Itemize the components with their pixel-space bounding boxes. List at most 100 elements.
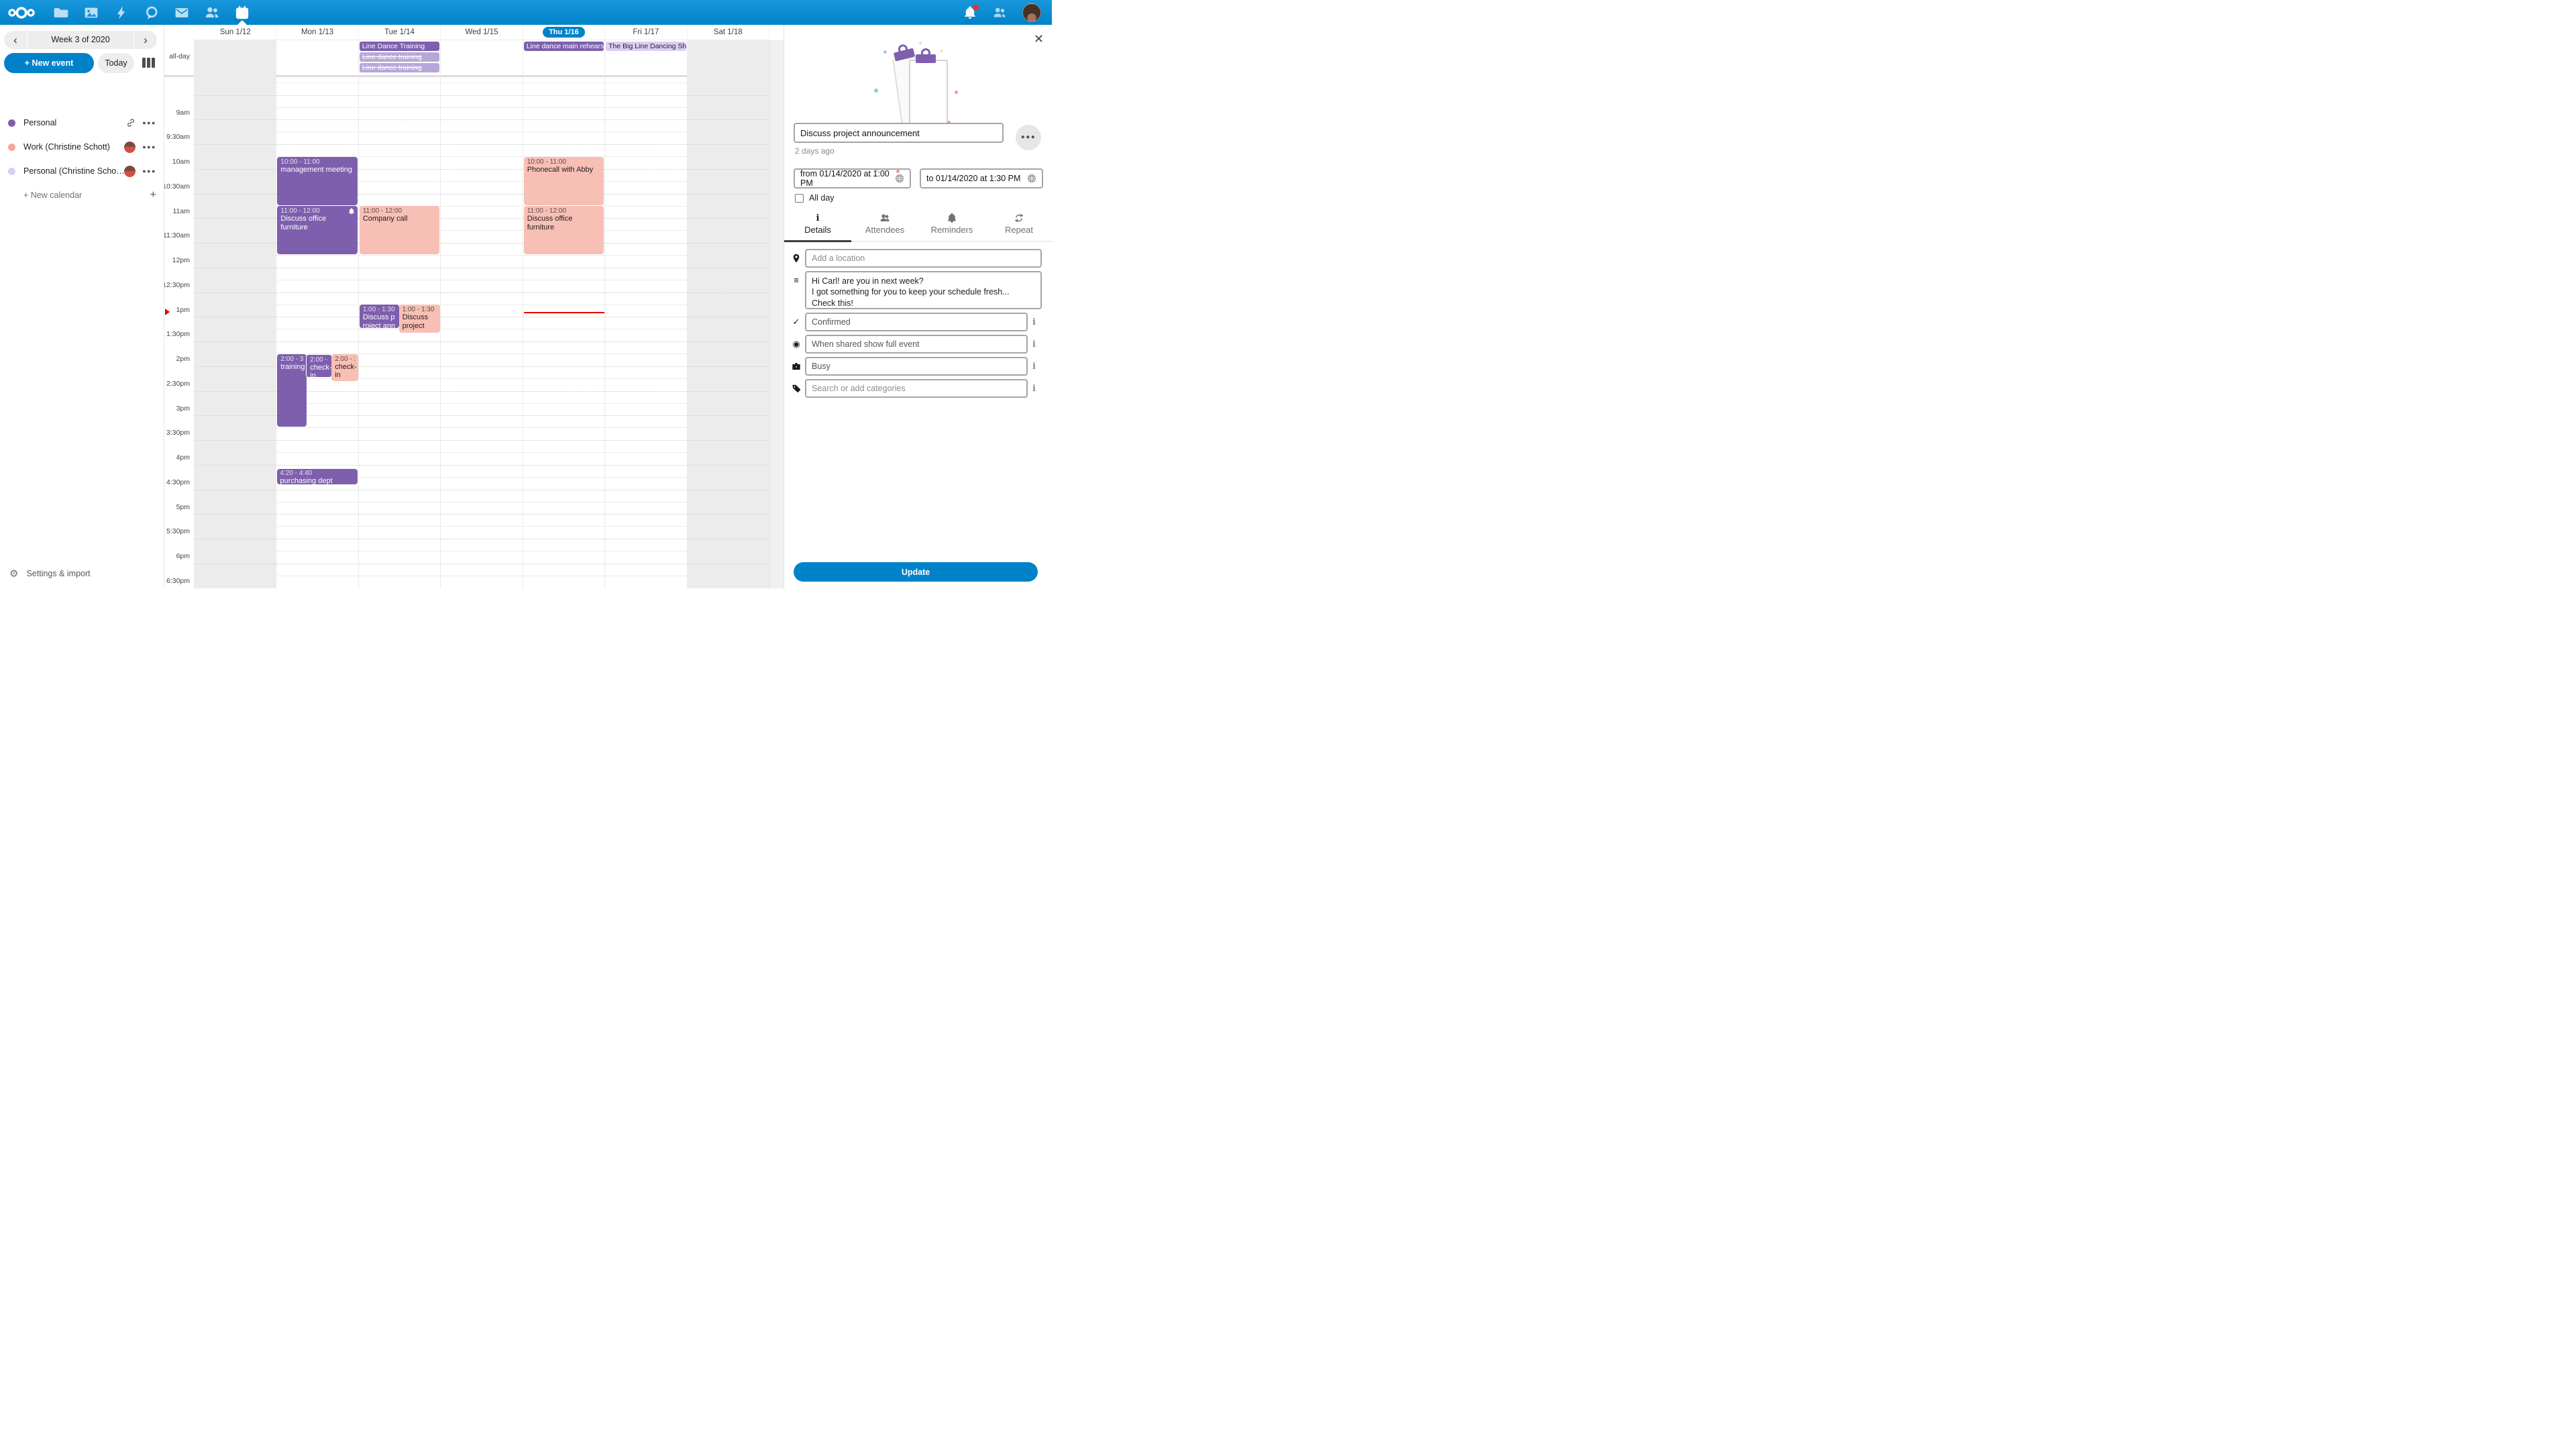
event[interactable]: 11:00 - 12:00Discuss office furniture xyxy=(277,206,357,254)
time-slot[interactable] xyxy=(688,329,769,354)
time-slot[interactable] xyxy=(688,378,769,403)
calendar-menu-icon[interactable]: ●●● xyxy=(142,144,156,150)
time-slot[interactable] xyxy=(688,230,769,255)
day-header-4[interactable]: Wed 1/15 xyxy=(441,25,523,40)
time-slot[interactable] xyxy=(441,156,522,181)
time-slot[interactable] xyxy=(441,427,522,452)
tab-attendees[interactable]: Attendees xyxy=(851,210,918,241)
day-header-2[interactable]: Mon 1/13 xyxy=(276,25,358,40)
day-column-4[interactable] xyxy=(441,77,523,588)
time-slot[interactable] xyxy=(195,280,276,305)
time-slot[interactable] xyxy=(688,83,769,107)
time-slot[interactable] xyxy=(523,83,604,107)
time-slot[interactable] xyxy=(441,181,522,206)
time-slot[interactable] xyxy=(605,181,686,206)
event[interactable]: 4:20 - 4:40purchasing dept xyxy=(277,469,357,484)
app-talk-icon[interactable] xyxy=(144,5,159,20)
time-slot[interactable] xyxy=(605,452,686,477)
event[interactable]: 11:00 - 12:00Company call xyxy=(360,206,439,254)
time-slot[interactable] xyxy=(688,305,769,329)
time-slot[interactable] xyxy=(688,131,769,156)
time-slot[interactable] xyxy=(523,452,604,477)
time-slot[interactable] xyxy=(195,181,276,206)
time-slot[interactable] xyxy=(688,576,769,588)
time-slot[interactable] xyxy=(276,83,358,107)
event[interactable]: 1:00 - 1:30Discuss project announcement xyxy=(360,305,399,328)
time-slot[interactable] xyxy=(605,206,686,231)
allday-event[interactable]: Line Dance Training xyxy=(360,42,439,52)
time-slot[interactable] xyxy=(605,329,686,354)
time-slot[interactable] xyxy=(276,305,358,329)
time-slot[interactable] xyxy=(195,107,276,132)
time-slot[interactable] xyxy=(359,502,440,527)
time-slot[interactable] xyxy=(523,427,604,452)
event[interactable]: 2:00 - 2:30check-in xyxy=(331,354,358,381)
event[interactable]: 2:00 - 3:30training xyxy=(277,354,306,427)
allday-cell-1[interactable] xyxy=(195,40,276,77)
settings-import-button[interactable]: ⚙ Settings & import xyxy=(0,564,164,583)
user-avatar[interactable] xyxy=(1022,3,1041,22)
allday-cell-3[interactable]: Line Dance TrainingLine dance trainingLi… xyxy=(359,40,441,77)
time-slot[interactable] xyxy=(523,280,604,305)
time-slot[interactable] xyxy=(359,83,440,107)
tab-repeat[interactable]: Repeat xyxy=(985,210,1053,241)
info-icon[interactable]: i xyxy=(1032,317,1036,327)
time-slot[interactable] xyxy=(441,403,522,428)
time-slot[interactable] xyxy=(605,477,686,502)
time-slot[interactable] xyxy=(441,280,522,305)
allday-cell-7[interactable] xyxy=(688,40,769,77)
day-column-6[interactable] xyxy=(605,77,687,588)
time-slot[interactable] xyxy=(688,107,769,132)
time-slot[interactable] xyxy=(441,452,522,477)
time-slot[interactable] xyxy=(688,206,769,231)
tab-reminders[interactable]: Reminders xyxy=(918,210,985,241)
time-slot[interactable] xyxy=(195,206,276,231)
time-slot[interactable] xyxy=(605,354,686,378)
time-slot[interactable] xyxy=(523,477,604,502)
time-slot[interactable] xyxy=(276,131,358,156)
event[interactable]: 10:00 - 11:00management meeting xyxy=(277,157,357,205)
time-slot[interactable] xyxy=(441,502,522,527)
time-slot[interactable] xyxy=(605,427,686,452)
time-slot[interactable] xyxy=(441,477,522,502)
close-icon[interactable]: ✕ xyxy=(1034,33,1044,45)
day-column-7[interactable] xyxy=(688,77,769,588)
time-slot[interactable] xyxy=(359,576,440,588)
time-slot[interactable] xyxy=(441,354,522,378)
event[interactable]: 2:00 - 2:30check-in xyxy=(306,354,331,378)
status-select[interactable]: Confirmed xyxy=(805,313,1028,331)
time-slot[interactable] xyxy=(195,452,276,477)
event[interactable]: 11:00 - 12:00Discuss office furniture xyxy=(524,206,604,254)
link-icon[interactable] xyxy=(126,118,136,127)
info-icon[interactable]: i xyxy=(1032,362,1036,372)
time-slot[interactable] xyxy=(688,255,769,280)
categories-input[interactable] xyxy=(805,379,1028,398)
time-slot[interactable] xyxy=(195,551,276,576)
app-calendar-icon[interactable] xyxy=(235,5,250,20)
time-slot[interactable] xyxy=(195,502,276,527)
time-slot[interactable] xyxy=(441,329,522,354)
nextcloud-logo-icon[interactable] xyxy=(7,5,38,20)
day-column-2[interactable]: 10:00 - 11:00management meeting11:00 - 1… xyxy=(276,77,358,588)
time-slot[interactable] xyxy=(605,502,686,527)
allday-event[interactable]: Line dance training xyxy=(360,63,439,73)
time-slot[interactable] xyxy=(441,255,522,280)
time-slot[interactable] xyxy=(195,230,276,255)
allday-cell-5[interactable]: Line dance main rehearsal xyxy=(523,40,605,77)
description-textarea[interactable] xyxy=(805,271,1042,309)
time-slot[interactable] xyxy=(359,255,440,280)
time-slot[interactable] xyxy=(441,107,522,132)
time-slot[interactable] xyxy=(276,576,358,588)
time-slot[interactable] xyxy=(688,156,769,181)
app-mail-icon[interactable] xyxy=(174,5,189,20)
time-slot[interactable] xyxy=(195,156,276,181)
allday-event[interactable]: The Big Line Dancing Show xyxy=(606,42,686,52)
time-slot[interactable] xyxy=(359,378,440,403)
time-slot[interactable] xyxy=(688,403,769,428)
day-header-7[interactable]: Sat 1/18 xyxy=(688,25,769,40)
time-slot[interactable] xyxy=(195,477,276,502)
time-slot[interactable] xyxy=(605,403,686,428)
week-label[interactable]: Week 3 of 2020 xyxy=(27,32,134,48)
timezone-globe-icon[interactable] xyxy=(1027,174,1036,183)
tab-details[interactable]: iDetails xyxy=(784,210,851,241)
